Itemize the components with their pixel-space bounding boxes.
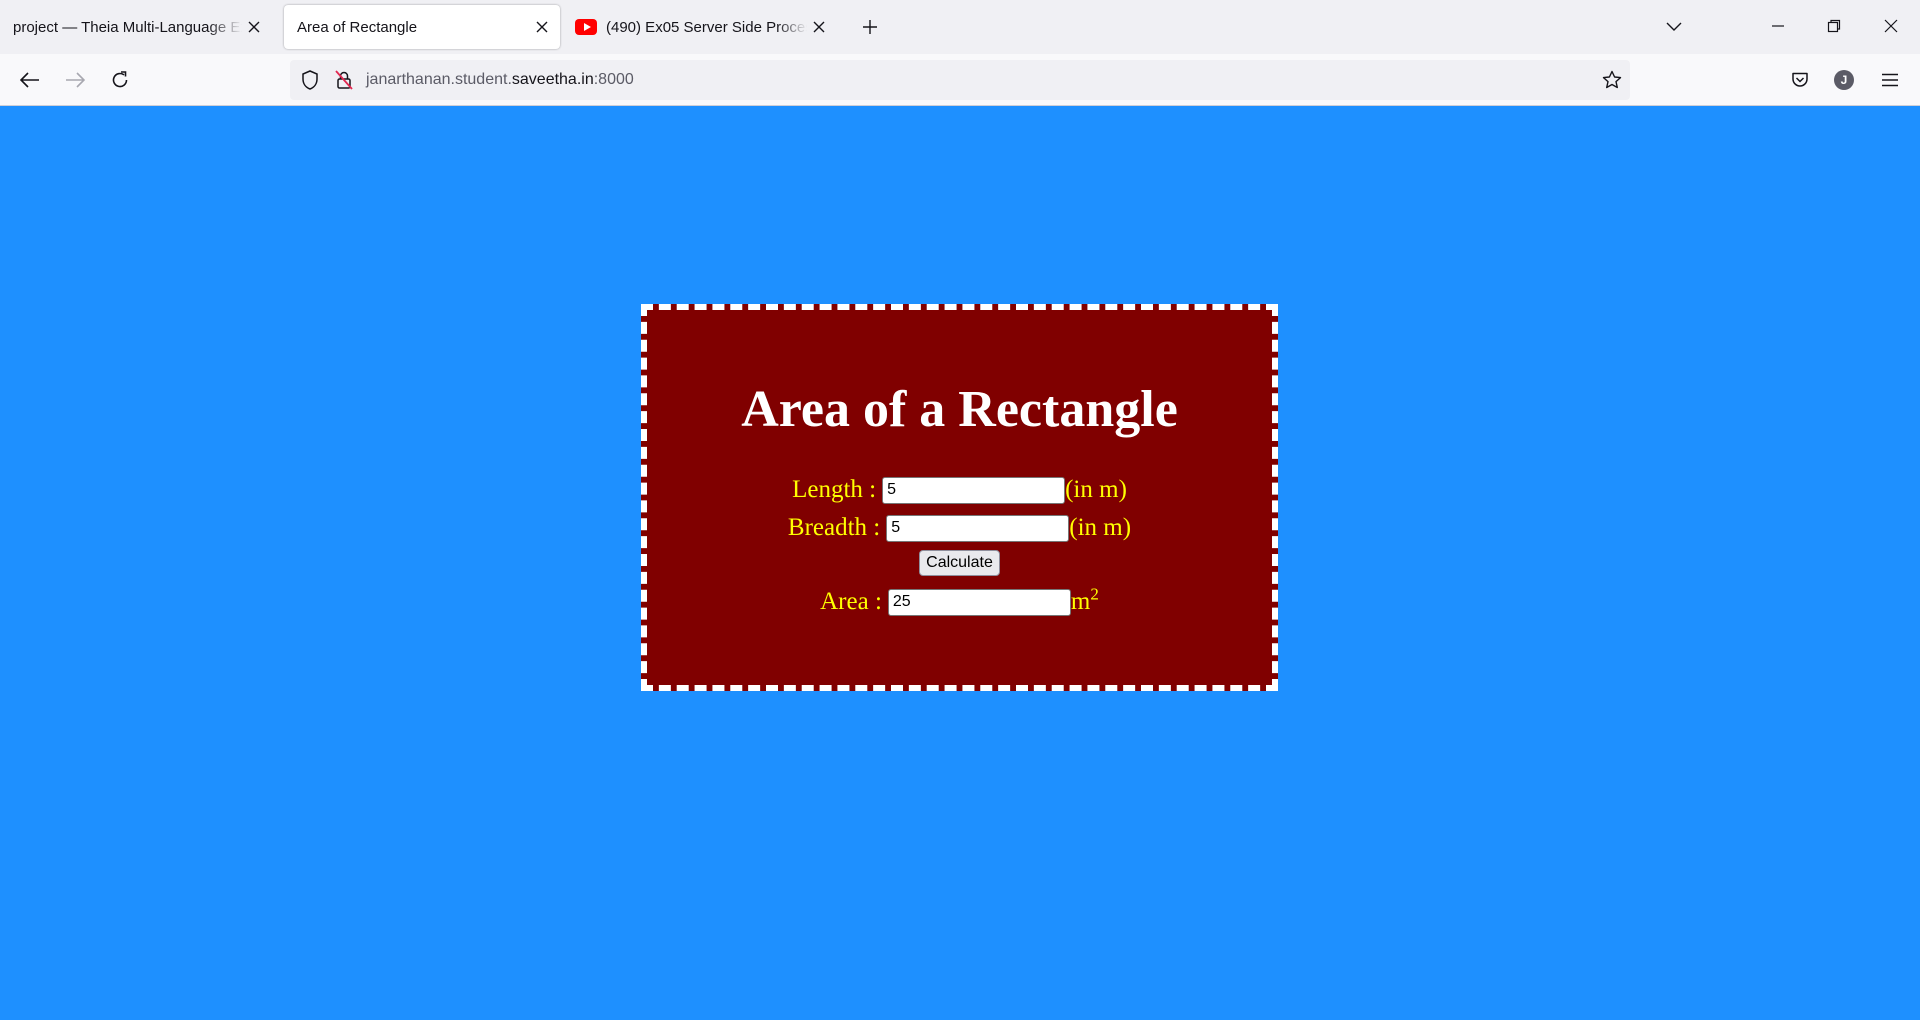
shield-icon[interactable] bbox=[298, 68, 322, 92]
breadth-unit: (in m) bbox=[1069, 514, 1132, 541]
url-text[interactable]: janarthanan.student.saveetha.in:8000 bbox=[366, 71, 634, 89]
back-button[interactable] bbox=[14, 64, 46, 96]
arrow-right-icon bbox=[66, 72, 85, 88]
reload-icon bbox=[112, 71, 128, 88]
minimize-button[interactable] bbox=[1758, 8, 1798, 44]
pocket-icon bbox=[1792, 72, 1808, 87]
navigation-toolbar: janarthanan.student.saveetha.in:8000 J bbox=[0, 54, 1920, 106]
area-label: Area : bbox=[820, 588, 882, 615]
tab-theia-project[interactable]: project — Theia Multi-Language Ex bbox=[0, 5, 272, 49]
url-prefix: janarthanan.student. bbox=[366, 71, 512, 88]
tab-title: Area of Rectangle bbox=[297, 18, 418, 36]
page-body: Area of a Rectangle Length : (in m) Brea… bbox=[0, 106, 1920, 1020]
area-row: Area : m2 bbox=[647, 584, 1272, 616]
length-input[interactable] bbox=[882, 476, 1066, 504]
plus-icon bbox=[863, 20, 877, 34]
breadth-label: Breadth : bbox=[787, 514, 881, 541]
length-row: Length : (in m) bbox=[647, 476, 1272, 504]
area-unit: m2 bbox=[1070, 584, 1099, 616]
list-all-tabs-button[interactable] bbox=[1660, 13, 1688, 41]
reload-button[interactable] bbox=[104, 64, 136, 96]
hamburger-menu-icon bbox=[1882, 73, 1898, 87]
new-tab-button[interactable] bbox=[856, 13, 884, 41]
youtube-icon bbox=[575, 19, 597, 35]
rectangle-area-form-card: Area of a Rectangle Length : (in m) Brea… bbox=[641, 304, 1278, 691]
close-icon[interactable] bbox=[242, 15, 266, 39]
tab-title: (490) Ex05 Server Side Processing bbox=[606, 18, 807, 36]
breadth-row: Breadth : (in m) bbox=[647, 514, 1272, 542]
account-avatar[interactable]: J bbox=[1834, 70, 1854, 90]
calculate-button[interactable]: Calculate bbox=[919, 550, 1000, 576]
close-icon[interactable] bbox=[530, 15, 554, 39]
address-bar[interactable]: janarthanan.student.saveetha.in:8000 bbox=[290, 60, 1630, 100]
tab-area-of-rectangle[interactable]: Area of Rectangle bbox=[284, 5, 560, 49]
url-port: :8000 bbox=[593, 71, 634, 88]
area-unit-base: m bbox=[1070, 588, 1091, 615]
calculate-row: Calculate bbox=[647, 550, 1272, 576]
url-host: saveetha.in bbox=[511, 71, 594, 88]
close-icon bbox=[1884, 19, 1898, 33]
page-title: Area of a Rectangle bbox=[741, 381, 1178, 438]
insecure-lock-icon[interactable] bbox=[332, 68, 356, 92]
close-window-button[interactable] bbox=[1871, 8, 1911, 44]
tab-youtube-video[interactable]: (490) Ex05 Server Side Processing bbox=[565, 5, 837, 49]
bookmark-star-icon[interactable] bbox=[1600, 68, 1624, 92]
breadth-input[interactable] bbox=[886, 514, 1070, 542]
forward-button[interactable] bbox=[59, 64, 91, 96]
restore-icon bbox=[1827, 19, 1841, 33]
tab-title: project — Theia Multi-Language Ex bbox=[13, 18, 242, 36]
app-menu-button[interactable] bbox=[1874, 64, 1906, 96]
length-label: Length : bbox=[792, 476, 877, 503]
chevron-down-icon bbox=[1666, 22, 1682, 31]
tab-strip: project — Theia Multi-Language Ex Area o… bbox=[0, 0, 1920, 54]
minimize-icon bbox=[1772, 25, 1784, 27]
area-output[interactable] bbox=[887, 588, 1071, 616]
close-icon[interactable] bbox=[807, 15, 831, 39]
area-unit-exponent: 2 bbox=[1090, 584, 1099, 604]
length-unit: (in m) bbox=[1065, 476, 1127, 503]
arrow-left-icon bbox=[20, 72, 39, 88]
pocket-button[interactable] bbox=[1784, 64, 1816, 96]
restore-button[interactable] bbox=[1814, 8, 1854, 44]
